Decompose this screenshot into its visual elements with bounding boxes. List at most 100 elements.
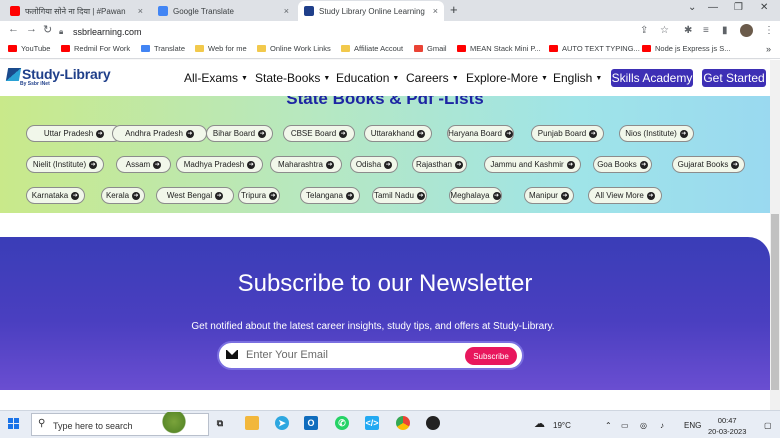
state-chip[interactable]: Manipur ➜ [524,187,574,204]
task-view-icon[interactable]: ⧉ [213,416,227,430]
state-chip[interactable]: Rajasthan ➜ [412,156,467,173]
back-icon[interactable]: ← [8,23,19,35]
skills-academy-button[interactable]: Skills Academy [611,69,693,87]
taskbar-clock[interactable]: 00:47 20-03-2023 [708,415,746,437]
arrow-circle-right-icon: ➜ [566,160,575,169]
nav-label: Careers [406,71,449,85]
nav-all-exams[interactable]: All-Exams ▼ [184,71,248,85]
close-icon[interactable]: × [433,6,438,16]
lock-icon[interactable]: 🔒︎ [59,27,63,37]
close-icon[interactable]: × [138,6,143,16]
taskbar-search-placeholder: Type here to search [53,421,133,431]
tab-search-icon[interactable]: ⌄ [688,2,696,13]
state-chip[interactable]: Uttarakhand ➜ [364,125,432,142]
menu-icon[interactable]: ⋮ [764,25,774,36]
app-icon[interactable] [426,416,440,430]
state-chip[interactable]: Karnataka ➜ [26,187,85,204]
email-field[interactable] [246,346,456,364]
logo-tagline: By Ssbr iNet [20,81,50,87]
new-tab-button[interactable]: + [450,2,458,17]
input-language[interactable]: ENG [684,421,701,430]
tab-youtube[interactable]: फलोगिया सोने ना दिया | #Pawan × [4,1,149,21]
state-chip[interactable]: Nios (Institute) ➜ [619,125,694,142]
state-chip[interactable]: Punjab Board ➜ [531,125,604,142]
tab-study-library[interactable]: Study Library Online Learning × [298,1,444,21]
state-chip[interactable]: Bihar Board ➜ [206,125,273,142]
file-explorer-icon[interactable] [245,416,259,430]
bookmark-mean-stack[interactable]: MEAN Stack Mini P... [457,44,541,53]
reading-list-icon[interactable]: ≡ [703,25,709,36]
state-chip[interactable]: Tripura ➜ [238,187,280,204]
state-chip[interactable]: Nielit (Institute) ➜ [26,156,104,173]
bookmark-star-icon[interactable]: ☆ [660,25,669,36]
state-chip[interactable]: Tamil Nadu ➜ [372,187,427,204]
bookmark-online-work[interactable]: Online Work Links [257,44,331,53]
vscode-icon[interactable]: </> [365,416,379,430]
address-bar[interactable]: ssbrlearning.com [73,27,142,37]
caret-down-icon: ▼ [541,75,548,82]
nav-careers[interactable]: Careers ▼ [406,71,459,85]
nav-state-books[interactable]: State-Books ▼ [255,71,330,85]
bookmark-web-for-me[interactable]: Web for me [195,44,247,53]
state-chip[interactable]: CBSE Board ➜ [283,125,355,142]
arrow-circle-right-icon: ➜ [731,160,740,169]
tab-google-translate[interactable]: Google Translate × [152,1,295,21]
restore-icon[interactable]: ❐ [734,2,743,13]
site-logo[interactable]: Study-Library [5,66,111,82]
network-icon[interactable]: ◎ [640,421,647,430]
get-started-button[interactable]: Get Started [702,69,766,87]
state-chip[interactable]: Madhya Pradesh ➜ [176,156,263,173]
bookmark-auto-text[interactable]: AUTO TEXT TYPING... [549,44,640,53]
scrollbar-thumb[interactable] [771,214,779,390]
telegram-icon[interactable]: ➤ [275,416,289,430]
battery-icon[interactable]: ▭ [621,421,629,430]
notifications-icon[interactable]: ▢ [764,421,772,430]
state-chip[interactable]: Gujarat Books ➜ [672,156,745,173]
arrow-circle-right-icon: ➜ [96,129,105,138]
share-icon[interactable]: ⇪ [640,25,648,36]
state-chip[interactable]: Haryana Board ➜ [447,125,514,142]
reload-icon[interactable]: ↻ [43,23,52,36]
bookmark-node-js[interactable]: Node js Express js S... [642,44,730,53]
show-hidden-icons[interactable]: ⌃ [605,421,612,430]
volume-icon[interactable]: ♪ [660,421,664,430]
state-chip[interactable]: Odisha ➜ [350,156,398,173]
state-chip[interactable]: West Bengal ➜ [156,187,234,204]
state-chip[interactable]: Maharashtra ➜ [270,156,342,173]
windows-start-icon[interactable] [8,418,20,430]
close-icon[interactable]: × [284,6,289,16]
state-chip[interactable]: Meghalaya ➜ [449,187,502,204]
outlook-icon[interactable]: O [304,416,318,430]
bookmark-redmil[interactable]: Redmil For Work [61,44,130,53]
avatar[interactable] [740,24,753,37]
nav-education[interactable]: Education ▼ [336,71,399,85]
state-chip-label: CBSE Board [290,129,337,138]
bookmark-affiliate[interactable]: Affiliate Accout [341,44,403,53]
state-chip[interactable]: Jammu and Kashmir ➜ [484,156,581,173]
state-chip[interactable]: Assam ➜ [116,156,171,173]
weather-icon[interactable]: ☁︎ [534,417,545,430]
forward-icon[interactable]: → [26,23,37,35]
bookmark-youtube[interactable]: YouTube [8,44,50,53]
minimize-icon[interactable]: — [708,2,718,13]
extensions-icon[interactable]: ✱ [684,25,692,36]
chrome-icon[interactable] [396,416,410,430]
folder-icon [195,45,204,52]
youtube-icon [549,45,558,52]
temperature-readout[interactable]: 19°C [553,421,571,430]
whatsapp-icon[interactable]: ✆ [335,416,349,430]
state-chip[interactable]: All View More ➜ [588,187,662,204]
nav-language[interactable]: English ▼ [553,71,602,85]
state-chip[interactable]: Uttar Pradesh ➜ [26,125,122,142]
side-panel-icon[interactable]: ▮ [722,25,728,36]
bookmark-translate[interactable]: Translate [141,44,185,53]
nav-explore-more[interactable]: Explore-More ▼ [466,71,548,85]
state-chip[interactable]: Telangana ➜ [300,187,360,204]
state-chip[interactable]: Kerala ➜ [101,187,145,204]
state-chip[interactable]: Goa Books ➜ [593,156,652,173]
bookmark-gmail[interactable]: Gmail [414,44,447,53]
more-bookmarks-button[interactable]: » [766,44,771,54]
subscribe-button[interactable]: Subscribe [465,347,517,365]
state-chip[interactable]: Andhra Pradesh ➜ [112,125,207,142]
window-close-icon[interactable]: ✕ [760,2,768,13]
